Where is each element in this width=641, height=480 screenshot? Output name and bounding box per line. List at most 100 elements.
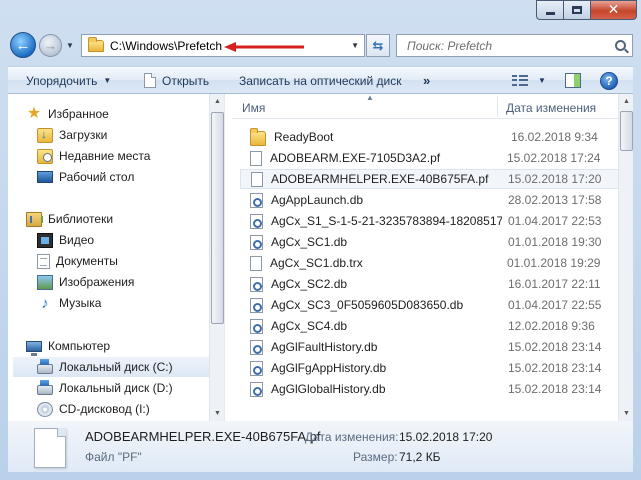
file-row[interactable]: ADOBEARMHELPER.EXE-40B675FA.pf 15.02.2018… [240,169,624,189]
sort-ascending-icon: ▲ [366,93,374,102]
search-box[interactable]: Поиск: Prefetch [396,34,633,57]
sidebar-item-favorites[interactable]: ★ Избранное [26,104,224,124]
file-name: ADOBEARM.EXE-7105D3A2.pf [270,151,441,165]
star-icon: ★ [26,104,42,122]
help-icon: ? [600,71,618,90]
more-commands-button[interactable]: » [423,67,430,94]
downloads-icon [37,127,53,143]
change-view-button[interactable]: ▼ [512,67,546,94]
file-name: AgCx_SC1.db.trx [270,256,363,270]
forward-button[interactable]: → [39,34,62,57]
file-name: AgGlFaultHistory.db [271,340,378,354]
file-row[interactable]: AgCx_S1_S-1-5-21-3235783894-18208517... 0… [240,211,624,231]
scroll-down-icon[interactable]: ▼ [619,406,634,421]
sidebar-item-cd-drive[interactable]: CD-дисковод (I:) [37,399,224,419]
chevron-down-icon: ▼ [103,76,112,85]
file-row[interactable]: AgCx_SC3_0F5059605D083650.db 01.04.2017 2… [240,295,624,315]
back-button[interactable]: ← [10,32,36,58]
file-row[interactable]: AgCx_SC1.db 01.01.2018 19:30 [240,232,624,252]
file-row[interactable]: AgAppLaunch.db 28.02.2013 17:58 [240,190,624,210]
sidebar-item-pictures[interactable]: Изображения [37,272,224,292]
address-bar[interactable]: C:\Windows\Prefetch ▼ [81,34,365,57]
recent-pages-dropdown[interactable]: ▼ [66,41,74,50]
sidebar-item-label: Загрузки [59,128,108,142]
system-file-icon [250,213,263,229]
sidebar-item-music[interactable]: ♪ Музыка [37,293,224,313]
file-row[interactable]: AgGlGlobalHistory.db 15.02.2018 23:14 [240,379,624,399]
computer-icon [26,340,42,356]
sidebar-item-label: Видео [59,233,95,247]
file-name: AgAppLaunch.db [271,193,364,207]
sidebar-item-video[interactable]: Видео [37,230,224,250]
file-row[interactable]: ReadyBoot 16.02.2018 9:34 [240,127,624,147]
desktop-icon [37,171,53,183]
sidebar-item-libraries[interactable]: Библиотеки [26,209,224,229]
pane-splitter[interactable] [224,94,232,421]
sidebar-item-desktop[interactable]: Рабочий стол [37,167,224,187]
file-row[interactable]: AgGlFaultHistory.db 15.02.2018 23:14 [240,337,624,357]
refresh-button[interactable]: ⇆ [366,34,390,57]
column-header: ▲ Имя Дата изменения [232,93,618,119]
address-dropdown-icon[interactable]: ▼ [351,41,359,50]
file-preview-icon [34,428,66,468]
sidebar-item-drive-d[interactable]: Локальный диск (D:) [37,378,224,398]
column-name-header[interactable]: Имя [242,101,265,115]
sidebar-item-label: Документы [56,254,118,268]
document-icon [144,73,156,88]
organize-button[interactable]: Упорядочить ▼ [26,67,111,94]
navigation-scrollbar[interactable]: ▲ ▼ [209,94,224,421]
open-button[interactable]: Открыть [144,67,209,94]
scroll-up-icon[interactable]: ▲ [210,94,224,109]
file-date: 15.02.2018 23:14 [508,361,602,375]
minimize-button[interactable] [536,0,563,20]
maximize-button[interactable] [563,0,590,20]
sidebar-item-label: CD-дисковод (I:) [59,402,150,416]
scroll-down-icon[interactable]: ▼ [210,406,224,421]
help-button[interactable]: ? [600,67,618,94]
back-arrow-icon: ← [15,36,31,54]
sidebar-item-label: Компьютер [48,339,111,353]
address-text[interactable]: C:\Windows\Prefetch [110,39,222,53]
file-name: AgCx_SC1.db [271,235,348,249]
close-button[interactable]: ✕ [590,0,637,20]
sidebar-item-drive-c[interactable]: Локальный диск (C:) [13,357,209,377]
scroll-thumb[interactable] [211,112,224,324]
sidebar-item-label: Рабочий стол [59,170,135,184]
file-row[interactable]: AgGlFgAppHistory.db 15.02.2018 23:14 [240,358,624,378]
file-row[interactable]: AgCx_SC2.db 16.01.2017 22:11 [240,274,624,294]
explorer-window: ✕ ← → ▼ C:\Windows\Prefetch ▼ ⇆ Поиск: P… [0,0,641,480]
recent-places-icon [37,148,53,164]
details-file-type: Файл "PF" [85,450,142,464]
hard-drive-icon [37,359,53,374]
file-icon [250,150,262,166]
column-date-header[interactable]: Дата изменения [506,101,596,115]
file-name: AgCx_S1_S-1-5-21-3235783894-18208517... [271,214,502,228]
file-name: ReadyBoot [274,130,334,144]
folder-icon [88,36,104,52]
scroll-up-icon[interactable]: ▲ [619,94,634,109]
hard-drive-icon [37,380,53,395]
sidebar-item-label: Локальный диск (C:) [59,360,173,374]
file-name: AgGlGlobalHistory.db [271,382,386,396]
preview-pane-button[interactable] [565,67,581,94]
file-row[interactable]: ADOBEARM.EXE-7105D3A2.pf 15.02.2018 17:24 [240,148,624,168]
system-file-icon [250,234,263,250]
sidebar-item-recent-places[interactable]: Недавние места [37,146,224,166]
search-input[interactable]: Поиск: Prefetch [407,39,492,53]
preview-pane-icon [565,73,581,88]
file-date: 28.02.2013 17:58 [508,193,602,207]
sidebar-item-documents[interactable]: Документы [37,251,224,271]
column-divider[interactable] [497,96,498,117]
file-row[interactable]: AgCx_SC1.db.trx 01.01.2018 19:29 [240,253,624,273]
sidebar-item-downloads[interactable]: Загрузки [37,125,224,145]
sidebar-item-computer[interactable]: Компьютер [26,336,224,356]
file-row[interactable]: AgCx_SC4.db 12.02.2018 9:36 [240,316,624,336]
system-file-icon [250,381,263,397]
details-modified-value: 15.02.2018 17:20 [399,430,493,444]
details-pane: ADOBEARMHELPER.EXE-40B675FA.pf Дата изме… [8,421,633,472]
music-icon: ♪ [41,294,49,312]
file-list-scrollbar[interactable]: ▲ ▼ [618,94,633,421]
burn-to-disc-button[interactable]: Записать на оптический диск [239,67,402,94]
scroll-thumb[interactable] [620,111,633,151]
file-icon [251,171,263,187]
